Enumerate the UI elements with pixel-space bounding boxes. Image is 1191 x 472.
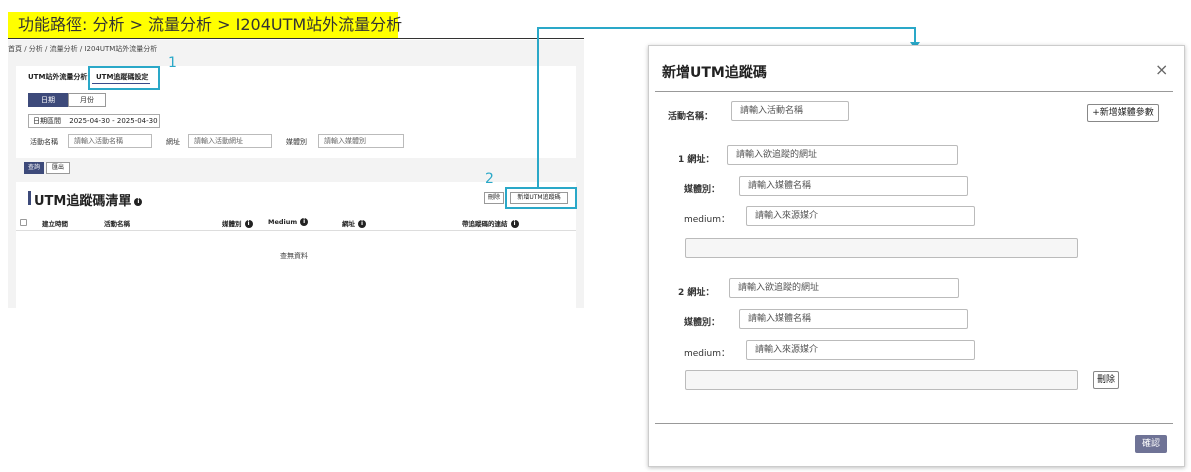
entry2-delete-button[interactable]: 刪除 bbox=[1093, 371, 1119, 389]
connector-line bbox=[537, 28, 539, 188]
delete-button[interactable]: 刪除 bbox=[484, 192, 504, 204]
info-icon: i bbox=[300, 218, 309, 226]
medium-input[interactable]: 請輸入媒體別 bbox=[318, 134, 404, 148]
callout-number-1: 1 bbox=[168, 55, 177, 71]
callout-number-2: 2 bbox=[485, 171, 494, 187]
banner-underline bbox=[8, 38, 584, 39]
column-url: 網址 i bbox=[342, 218, 366, 228]
modal-activity-label: 活動名稱： bbox=[668, 112, 714, 122]
info-icon: i bbox=[358, 220, 366, 228]
url-label: 網址 bbox=[166, 138, 180, 146]
entry2-media-label: 媒體別： bbox=[684, 318, 721, 328]
export-button[interactable]: 匯出 bbox=[46, 162, 70, 174]
info-icon: i bbox=[244, 220, 253, 228]
column-activity-name: 活動名稱 bbox=[104, 220, 130, 228]
entry2-media-input[interactable]: 請輸入媒體名稱 bbox=[739, 309, 968, 329]
table-header-divider bbox=[16, 230, 576, 231]
modal-divider bbox=[655, 91, 1173, 92]
entry2-medium-input[interactable]: 請輸入來源媒介 bbox=[746, 340, 975, 360]
tab-utm-traffic-analysis[interactable]: UTM站外流量分析 bbox=[28, 72, 87, 82]
entry2-url-label: 2 網址： bbox=[678, 288, 715, 298]
modal-footer-divider bbox=[655, 423, 1173, 424]
date-range-label: 日期區間 bbox=[33, 117, 61, 125]
entry2-medium-label: medium： bbox=[684, 349, 730, 359]
breadcrumb: 首頁 / 分析 / 流量分析 / I204UTM站外流量分析 bbox=[8, 45, 158, 53]
column-media: 媒體別 i bbox=[222, 218, 253, 228]
activity-name-label: 活動名稱 bbox=[30, 138, 58, 146]
entry2-generated-link-field[interactable] bbox=[685, 370, 1078, 390]
entry1-media-label: 媒體別： bbox=[684, 185, 721, 195]
column-tracked-link: 帶追蹤碼的連結 i bbox=[462, 218, 519, 228]
activity-name-input[interactable]: 請輸入活動名稱 bbox=[68, 134, 152, 148]
entry2-url-input[interactable]: 請輸入欲追蹤的網址 bbox=[729, 278, 959, 298]
empty-state-text: 查無資料 bbox=[280, 252, 308, 260]
entry1-generated-link-field[interactable] bbox=[685, 238, 1078, 258]
medium-label: 媒體別 bbox=[286, 138, 307, 146]
date-range-value: 2025-04-30 - 2025-04-30 bbox=[69, 117, 158, 125]
connector-line bbox=[537, 27, 916, 29]
entry1-media-input[interactable]: 請輸入媒體名稱 bbox=[739, 176, 968, 196]
entry1-medium-input[interactable]: 請輸入來源媒介 bbox=[746, 206, 975, 226]
info-icon: i bbox=[134, 197, 143, 206]
entry1-url-input[interactable]: 請輸入欲追蹤的網址 bbox=[727, 145, 958, 165]
highlight-box-1 bbox=[88, 66, 160, 90]
entry1-url-label: 1 網址： bbox=[678, 155, 715, 165]
entry1-medium-label: medium： bbox=[684, 215, 730, 225]
confirm-button[interactable]: 確認 bbox=[1135, 435, 1167, 453]
segment-day-button[interactable]: 日期 bbox=[28, 93, 68, 107]
column-created-time: 建立時間 bbox=[42, 220, 68, 228]
highlight-box-2 bbox=[505, 187, 577, 209]
add-media-param-button[interactable]: +新增媒體參數 bbox=[1087, 104, 1159, 122]
modal-title: 新增UTM追蹤碼 bbox=[662, 65, 767, 81]
url-input[interactable]: 請輸入活動網址 bbox=[188, 134, 272, 148]
list-title: UTM追蹤碼清單 i bbox=[34, 190, 143, 209]
feature-path-banner: 功能路徑: 分析 > 流量分析 > I204UTM站外流量分析 bbox=[8, 12, 402, 38]
info-icon: i bbox=[510, 220, 519, 228]
date-range-field[interactable]: 日期區間 2025-04-30 - 2025-04-30 bbox=[28, 114, 160, 128]
close-icon[interactable]: × bbox=[1155, 60, 1168, 79]
list-title-accent bbox=[28, 191, 31, 205]
segment-month-button[interactable]: 月份 bbox=[68, 93, 106, 107]
modal-activity-input[interactable]: 請輸入活動名稱 bbox=[731, 101, 849, 121]
query-button[interactable]: 查詢 bbox=[24, 162, 44, 174]
column-medium: Medium i bbox=[268, 218, 309, 226]
select-all-checkbox[interactable] bbox=[20, 219, 27, 226]
